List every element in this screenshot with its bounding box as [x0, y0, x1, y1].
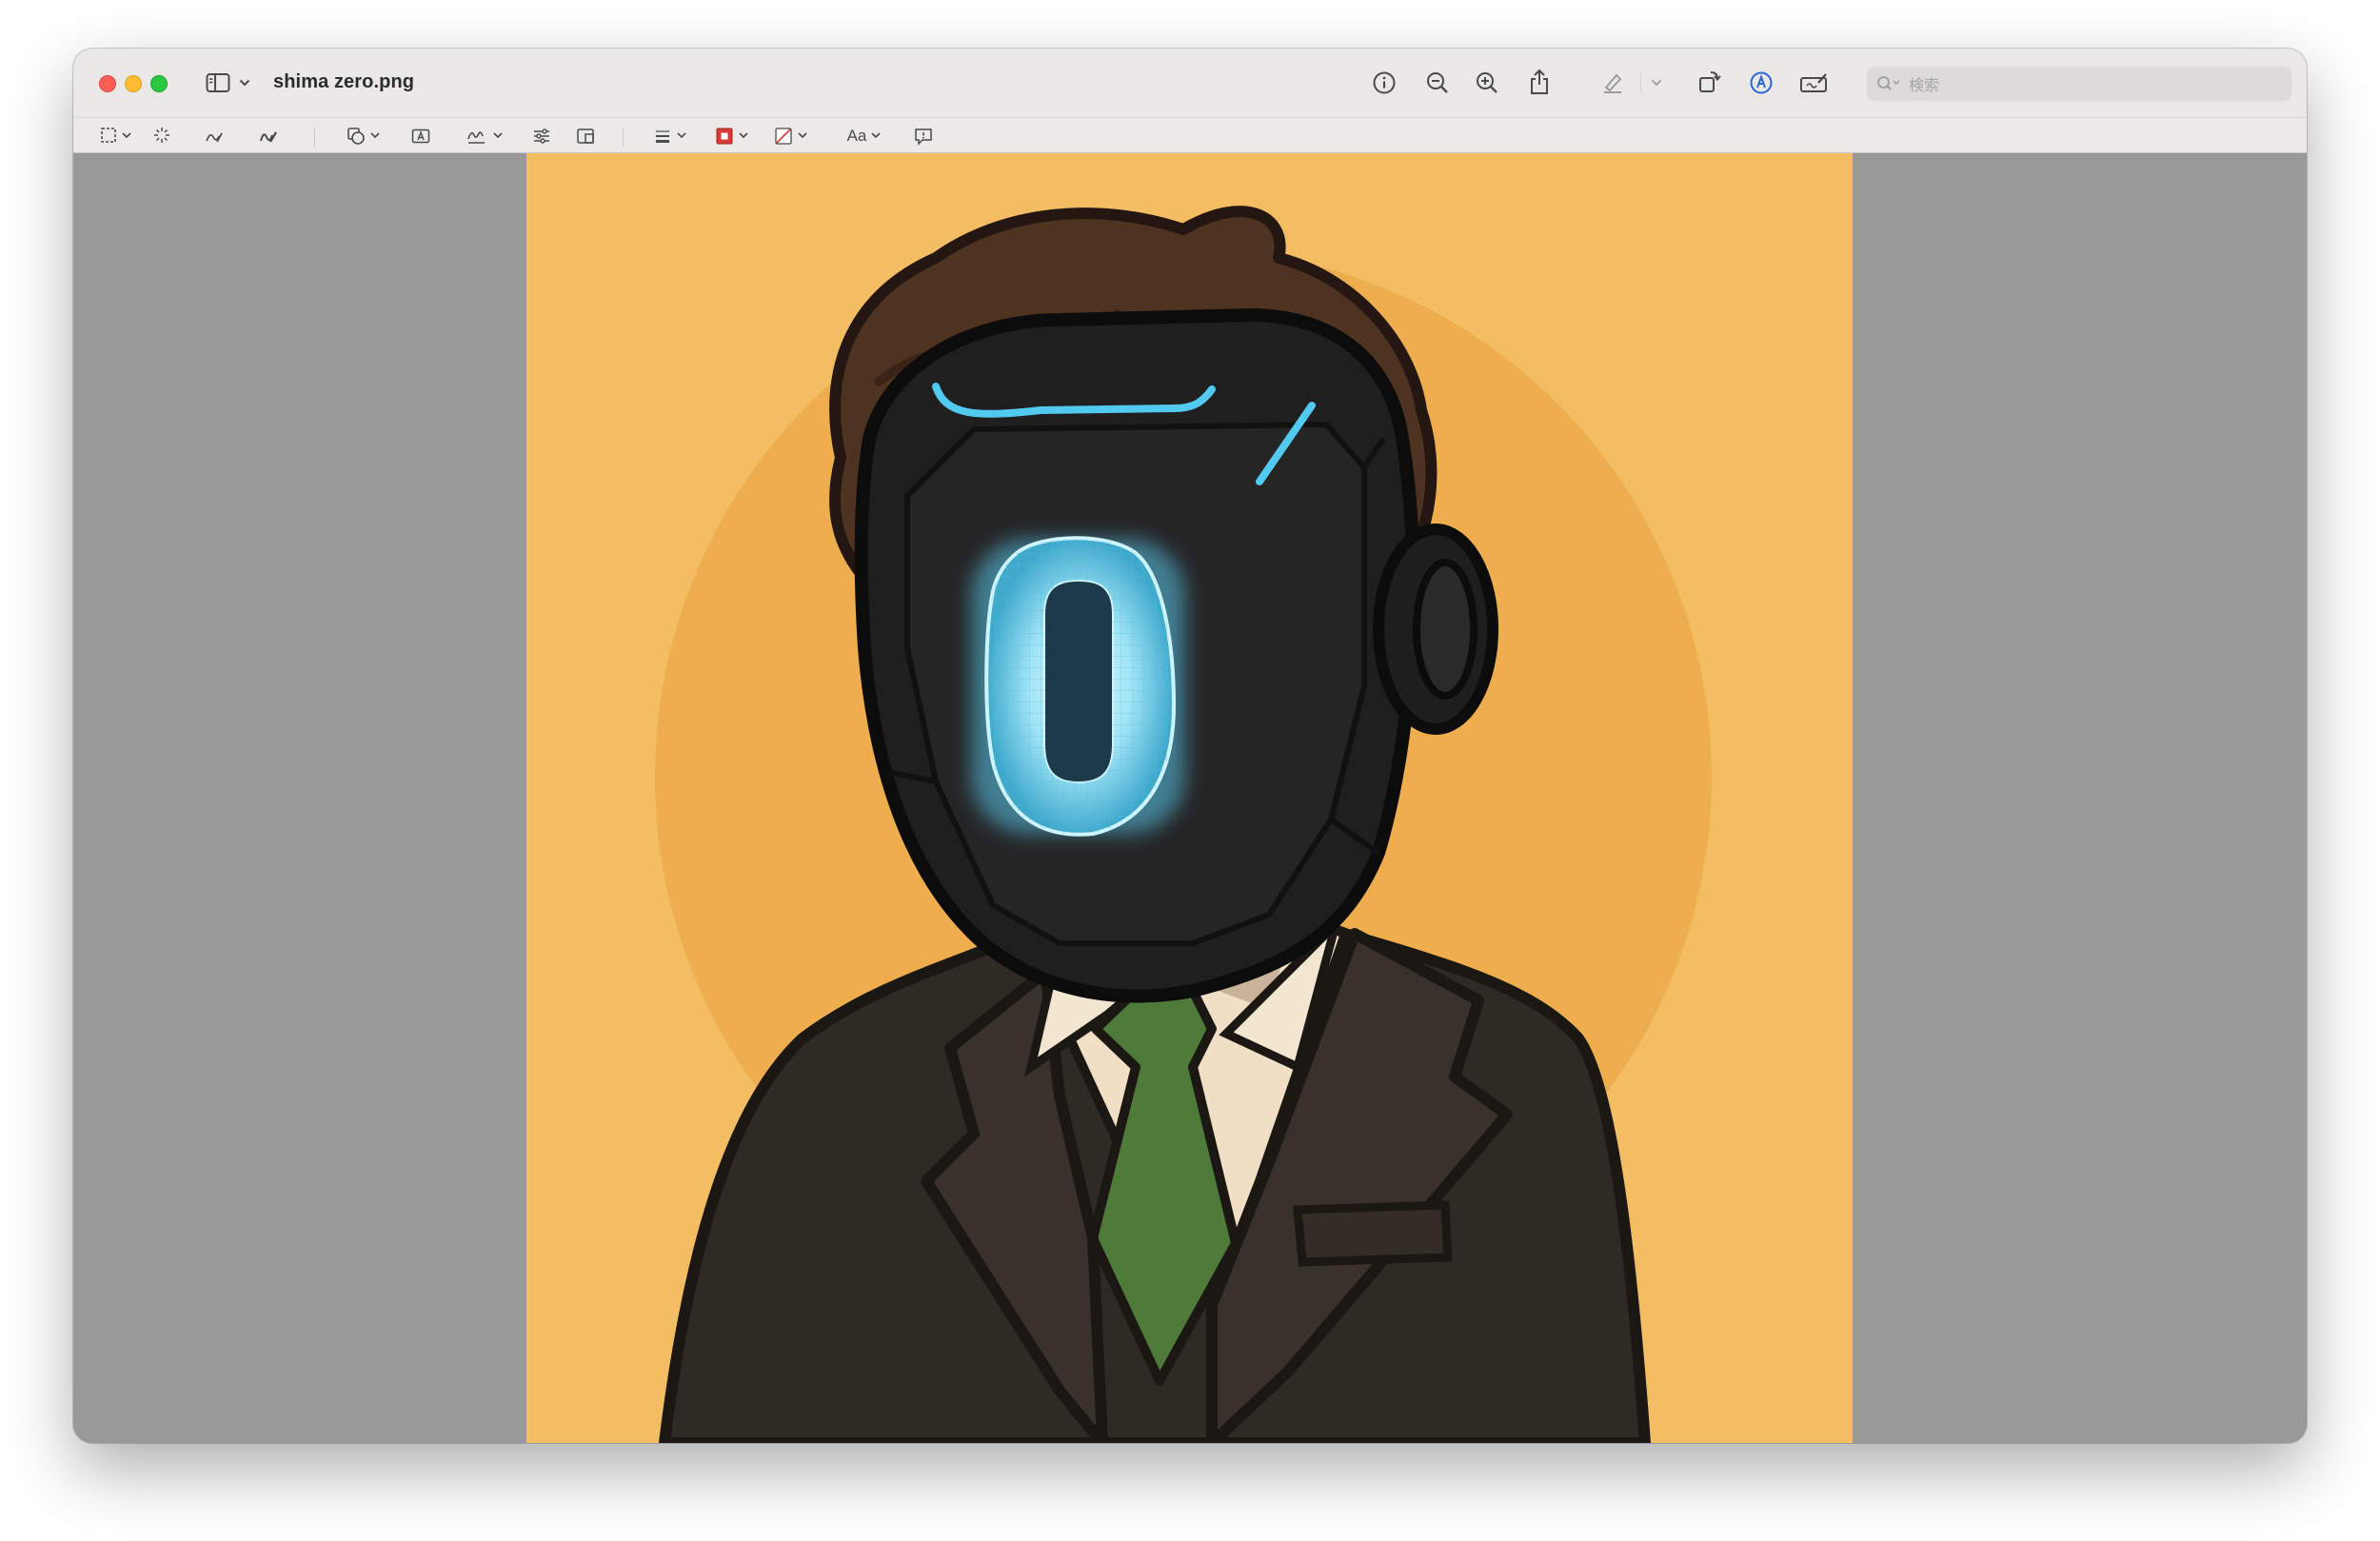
zoom-in-icon[interactable]: [1472, 68, 1502, 98]
annotate-icon[interactable]: [912, 125, 935, 148]
document-title: shima zero.png: [273, 71, 415, 92]
image-artwork: [526, 153, 1853, 1443]
info-icon[interactable]: [1369, 68, 1399, 98]
draw-icon[interactable]: [257, 125, 280, 148]
breast-pocket: [1293, 1200, 1453, 1267]
fullscreen-window-button[interactable]: [150, 75, 168, 92]
zoom-out-icon[interactable]: [1422, 68, 1453, 98]
border-color-icon[interactable]: [713, 125, 736, 148]
text-style-button[interactable]: Aa: [843, 124, 871, 148]
shape-style-chevron-icon[interactable]: [675, 128, 688, 142]
sidebar-toggle-icon[interactable]: [203, 69, 233, 96]
shape-style-icon[interactable]: [651, 125, 674, 148]
markup-toolbar: Aa: [73, 117, 2307, 153]
minimize-window-button[interactable]: [125, 75, 142, 92]
adjust-size-icon[interactable]: [574, 125, 597, 148]
preview-window: shima zero.png 検索 Aa: [73, 49, 2307, 1443]
shapes-icon[interactable]: [345, 125, 367, 148]
border-color-chevron-icon[interactable]: [737, 128, 750, 142]
sign-options-chevron-icon[interactable]: [491, 128, 505, 142]
adjust-color-icon[interactable]: [530, 125, 553, 148]
fill-color-icon[interactable]: [772, 125, 795, 148]
sidebar-options-chevron-icon[interactable]: [237, 73, 252, 92]
document-image: [526, 153, 1853, 1443]
search-placeholder: 検索: [1909, 78, 1940, 94]
text-style-chevron-icon[interactable]: [869, 128, 883, 142]
visor-zero-hole: [1045, 582, 1112, 781]
shapes-options-chevron-icon[interactable]: [368, 128, 382, 142]
document-canvas[interactable]: [73, 153, 2307, 1443]
close-window-button[interactable]: [99, 75, 116, 92]
markup-toolbar-toggle-icon[interactable]: [1797, 68, 1832, 98]
share-icon[interactable]: [1524, 66, 1555, 98]
search-icon: [1876, 75, 1903, 92]
markup-divider: [314, 128, 315, 147]
text-box-icon[interactable]: [409, 125, 432, 148]
rectangular-selection-icon[interactable]: [98, 125, 119, 146]
sketch-icon[interactable]: [203, 125, 226, 148]
helmet-ear-ring: [1413, 559, 1478, 700]
fill-color-chevron-icon[interactable]: [796, 128, 809, 142]
highlight-icon[interactable]: [1597, 68, 1628, 98]
search-field[interactable]: 検索: [1867, 67, 2291, 101]
sign-icon[interactable]: [466, 125, 490, 148]
markup-icon[interactable]: [1746, 68, 1776, 98]
toolbar-divider: [1640, 73, 1641, 92]
markup-divider: [623, 128, 624, 147]
rotate-icon[interactable]: [1695, 67, 1725, 97]
title-bar: shima zero.png 検索: [73, 49, 2307, 117]
selection-options-chevron-icon[interactable]: [120, 128, 133, 142]
highlight-options-chevron-icon[interactable]: [1649, 73, 1664, 92]
instant-alpha-icon[interactable]: [151, 125, 172, 146]
